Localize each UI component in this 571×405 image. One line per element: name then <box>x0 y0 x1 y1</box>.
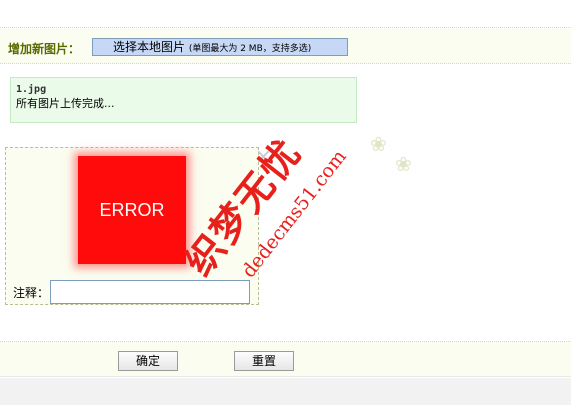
paw-icon: ❀ <box>370 132 387 156</box>
select-button-hint: (单图最大为 2 MB，支持多选) <box>188 44 312 54</box>
bottom-strip <box>0 378 571 405</box>
add-image-row: 增加新图片： 选择本地图片 (单图最大为 2 MB，支持多选) <box>0 29 571 64</box>
upload-complete-message: 所有图片上传完成... <box>16 97 115 110</box>
add-image-label: 增加新图片： <box>8 42 81 56</box>
paw-icon: ❀ <box>395 152 412 176</box>
top-strip <box>0 0 571 28</box>
close-icon[interactable]: × <box>255 144 272 168</box>
upload-page: 增加新图片： 选择本地图片 (单图最大为 2 MB，支持多选) 1.jpg 所有… <box>0 0 571 405</box>
image-thumbnail: ERROR <box>78 156 186 264</box>
upload-status-box: 1.jpg 所有图片上传完成... <box>10 77 357 123</box>
note-label: 注释： <box>13 286 50 300</box>
footer-bar: 确定 重置 <box>0 341 571 377</box>
uploaded-file-name: 1.jpg <box>16 84 47 95</box>
image-card: × ERROR 注释： <box>5 144 272 305</box>
ok-button[interactable]: 确定 <box>118 351 178 371</box>
note-input[interactable] <box>50 280 250 304</box>
select-button-label: 选择本地图片 <box>113 40 186 54</box>
select-local-image-button[interactable]: 选择本地图片 (单图最大为 2 MB，支持多选) <box>92 38 348 56</box>
reset-button[interactable]: 重置 <box>234 351 294 371</box>
